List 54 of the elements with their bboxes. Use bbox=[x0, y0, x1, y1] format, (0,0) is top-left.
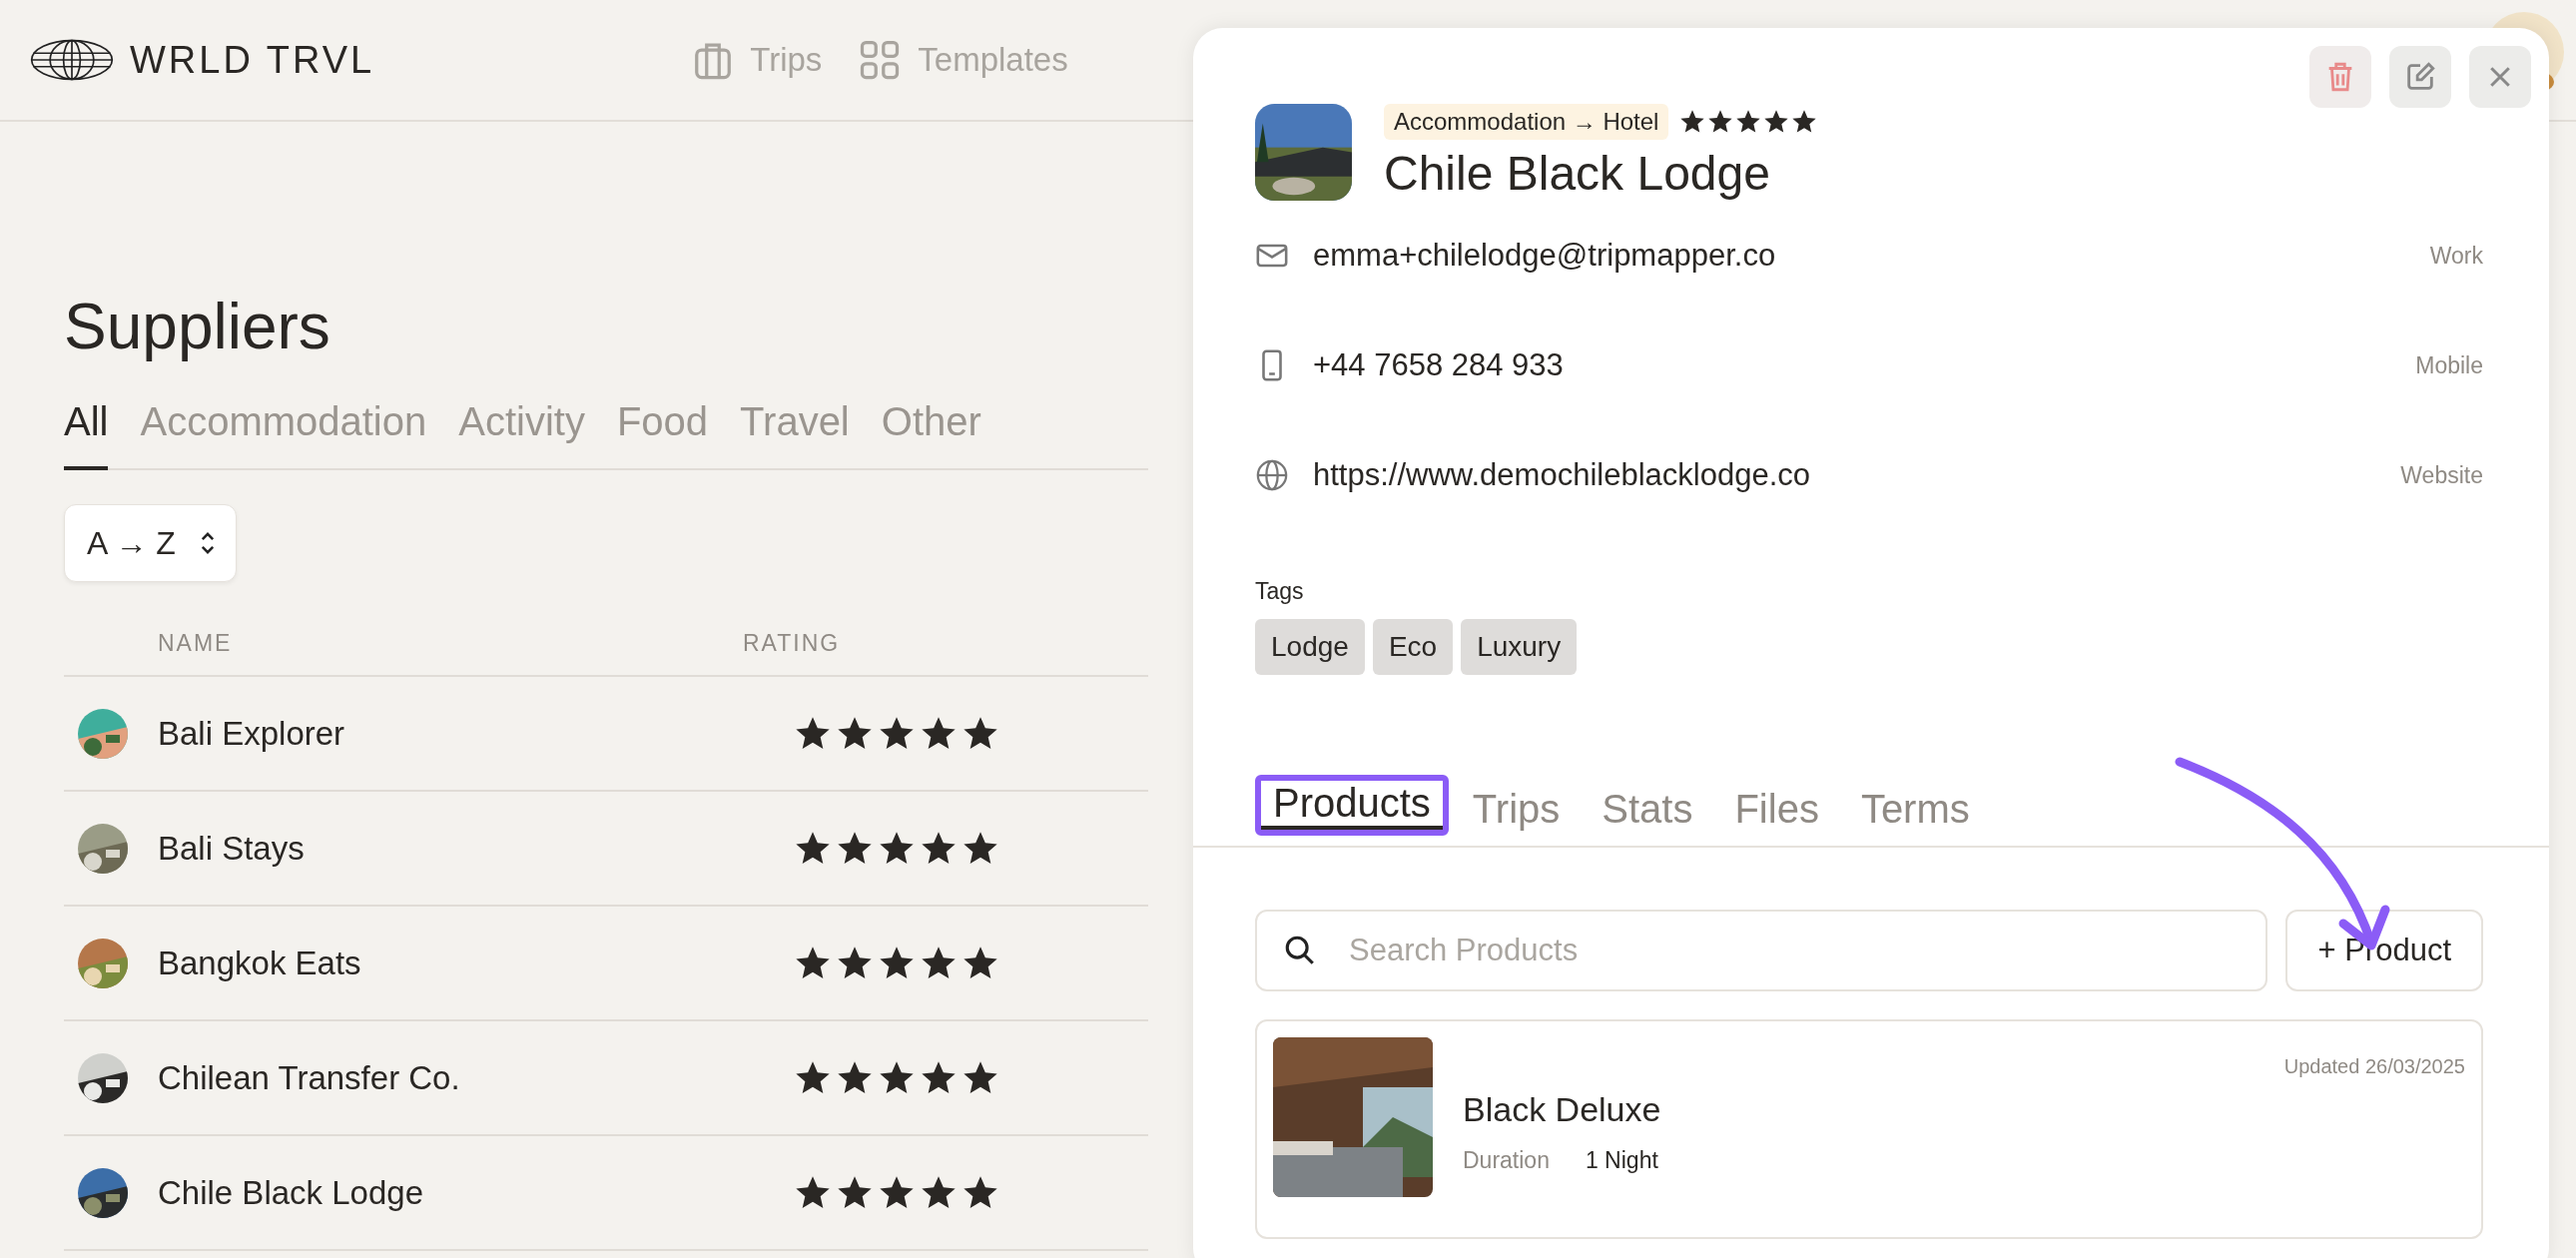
search-field[interactable]: Search Products bbox=[1255, 910, 2268, 991]
supplier-row[interactable]: Chile Black Lodge bbox=[64, 1136, 1148, 1251]
category-tab[interactable]: Accommodation bbox=[140, 399, 427, 470]
delete-button[interactable] bbox=[2309, 46, 2371, 108]
supplier-name: Bangkok Eats bbox=[158, 944, 362, 982]
category-tab[interactable]: Travel bbox=[740, 399, 850, 470]
supplier-name: Bali Explorer bbox=[158, 714, 346, 753]
column-header: NAME bbox=[157, 630, 234, 657]
supplier-row[interactable]: Bali Explorer bbox=[64, 677, 1148, 792]
close-button[interactable] bbox=[2469, 46, 2531, 108]
chevron-up-down-icon bbox=[199, 530, 216, 556]
globe-icon bbox=[30, 39, 114, 81]
brand-name: WRLD TRVL bbox=[130, 38, 375, 82]
tag: Lodge bbox=[1255, 619, 1365, 675]
category-tab[interactable]: Other bbox=[881, 399, 981, 470]
category-tab[interactable]: Activity bbox=[458, 399, 585, 470]
supplier-name: Chilean Transfer Co. bbox=[158, 1058, 461, 1097]
panel-tab[interactable]: Trips bbox=[1454, 775, 1579, 846]
tag: Eco bbox=[1372, 619, 1454, 675]
product-card[interactable]: Updated 26/03/2025 Black Deluxe Duration 1 Night bbox=[1255, 1019, 2483, 1239]
supplier-row[interactable]: Bali Stays bbox=[64, 792, 1148, 907]
panel-tab[interactable]: Files bbox=[1716, 775, 1837, 846]
updated-date: Updated 26/03/2025 bbox=[2282, 1055, 2465, 1078]
panel-tab[interactable]: Stats bbox=[1584, 775, 1711, 846]
category-tab[interactable]: Food bbox=[616, 399, 709, 470]
contact-label: Mobile bbox=[2415, 351, 2483, 379]
nav-link[interactable]: Trips bbox=[694, 40, 823, 80]
product-name: Black Deluxe bbox=[1463, 1090, 1662, 1129]
sort-dropdown[interactable]: A → Z bbox=[64, 504, 237, 582]
duration-value: 1 Night bbox=[1585, 1147, 1658, 1174]
contact-label: Website bbox=[2400, 461, 2483, 489]
contact-value: https://www.demochileblacklodge.co bbox=[1313, 457, 1811, 493]
category-tab[interactable]: All bbox=[64, 399, 109, 470]
panel-tab[interactable]: Products bbox=[1255, 775, 1449, 836]
contact-value: emma+chilelodge@tripmapper.co bbox=[1313, 238, 1777, 274]
grid-icon bbox=[860, 40, 901, 80]
column-header: RATING bbox=[743, 630, 841, 657]
supplier-title: Chile Black Lodge bbox=[1384, 146, 1771, 201]
duration-label: Duration bbox=[1463, 1147, 1550, 1174]
contact-value: +44 7658 284 933 bbox=[1313, 347, 1565, 383]
tags-label: Tags bbox=[1255, 578, 1305, 605]
globe-icon bbox=[1255, 458, 1289, 492]
supplier-row[interactable]: Bangkok Eats bbox=[64, 907, 1148, 1021]
supplier-name: Chile Black Lodge bbox=[158, 1173, 424, 1212]
panel-tab[interactable]: Terms bbox=[1842, 775, 1988, 846]
page-title: Suppliers bbox=[64, 290, 331, 363]
contact-label: Work bbox=[2429, 242, 2483, 270]
tag: Luxury bbox=[1461, 619, 1578, 675]
suitcase-icon bbox=[694, 40, 733, 80]
nav-link[interactable]: Templates bbox=[860, 40, 1068, 80]
edit-button[interactable] bbox=[2389, 46, 2451, 108]
supplier-name: Bali Stays bbox=[158, 829, 306, 868]
supplier-row[interactable]: Chilean Transfer Co. bbox=[64, 1021, 1148, 1136]
category-badge: Accommodation → Hotel bbox=[1384, 104, 1669, 140]
